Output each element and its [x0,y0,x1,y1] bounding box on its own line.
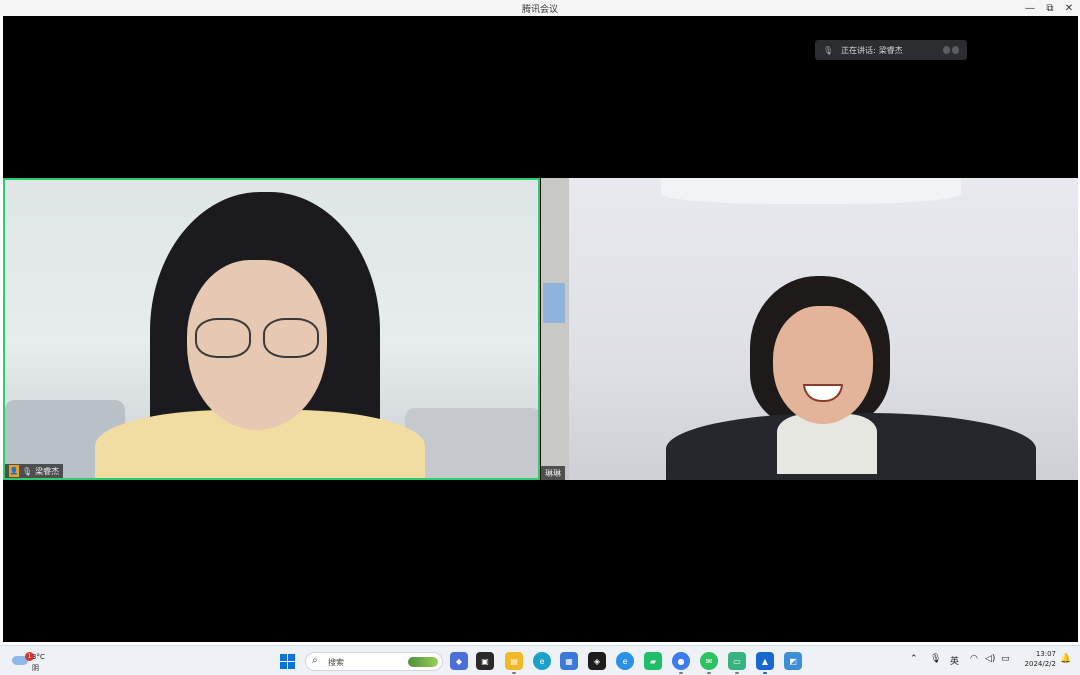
wifi-icon[interactable]: ◠ [970,654,978,664]
weather-condition: 阴 [32,664,39,672]
participant-name: 梁睿杰 [35,466,60,476]
mic-icon: 🎙 [823,45,834,55]
search-highlight-art [408,657,438,667]
speaking-label: 正在讲话: [841,45,876,55]
zoom-app-icon[interactable]: ● [672,652,690,674]
clock-time: 13:07 [1035,650,1056,658]
chevron-up-icon[interactable]: ⌃ [910,654,918,664]
participant-name: 琳琳 [545,468,561,478]
app-dark-icon[interactable]: ◈ [588,652,606,670]
notification-bell-icon[interactable]: 🔔 [1060,654,1071,664]
taskbar-search-box[interactable]: ⌕ 搜索 [305,652,443,671]
remote-desktop-icon[interactable]: ▭ [728,652,746,674]
video-stage: 🎙 正在讲话: 梁睿杰 👤 🎙 梁睿杰 琳琳 [3,16,1078,642]
windows-start-icon[interactable] [280,654,295,669]
glasses-lens [195,318,251,358]
glasses-lens [263,318,319,358]
speaking-indicator: 🎙 正在讲话: 梁睿杰 [815,40,967,60]
host-user-icon: 👤 [9,465,19,477]
volume-icon[interactable]: ◁) [985,654,995,664]
participant-name-tag: 👤 🎙 梁睿杰 [5,464,64,478]
ceiling-light [661,178,961,204]
microphone-icon[interactable]: 🎙 [930,654,941,664]
title-bar: 腾讯会议 — ⧉ ✕ [0,0,1080,16]
weather-temperature: 3°C [32,653,45,661]
background-pillow [405,408,538,478]
wechat-icon[interactable]: ✉ [700,652,718,674]
window-title: 腾讯会议 [521,5,558,15]
photos-icon[interactable]: ◩ [784,652,802,670]
system-clock[interactable]: 13:07 2024/2/2 [1018,650,1056,668]
battery-icon[interactable]: ▭ [1001,654,1010,664]
input-language[interactable]: 英 [950,654,959,667]
file-explorer-icon[interactable]: ▤ [505,652,523,674]
copilot-icon[interactable]: ◆ [450,652,468,670]
background-wall [541,178,569,480]
taskbar: 1 3°C 阴 ⌕ 搜索 ◆ ▣ ▤ e ▦ ◈ e ▰ ● ✉ ▭ ▲ ◩ ⌃… [0,645,1080,675]
green-app-icon[interactable]: ▰ [644,652,662,670]
task-view-icon[interactable]: ▣ [476,652,494,670]
minimize-button[interactable]: — [1019,0,1041,16]
participant-name-tag: 琳琳 [541,466,565,480]
video-tile-liang-ruijie[interactable]: 👤 🎙 梁睿杰 [3,178,540,480]
weather-widget[interactable]: 1 3°C 阴 [10,650,56,674]
participant-video-face [773,306,873,424]
edge-browser-icon[interactable]: e [533,652,551,670]
ie-browser-icon[interactable]: e [616,652,634,670]
meeting-window: 腾讯会议 — ⧉ ✕ 🎙 正在讲话: 梁睿杰 👤 🎙 梁睿杰 琳琳 1 3°C … [0,0,1080,675]
speaking-name: 梁睿杰 [878,45,903,55]
background-poster [543,283,565,323]
clock-date: 2024/2/2 [1024,660,1056,668]
close-button[interactable]: ✕ [1058,0,1080,16]
mic-icon: 🎙 [22,466,33,476]
audio-level-icon [943,46,961,54]
store-icon[interactable]: ▦ [560,652,578,670]
search-icon: ⌕ [312,655,318,666]
video-tile-linlin[interactable]: 琳琳 [541,178,1078,480]
tencent-meeting-icon[interactable]: ▲ [756,652,774,674]
search-placeholder: 搜索 [328,658,344,667]
